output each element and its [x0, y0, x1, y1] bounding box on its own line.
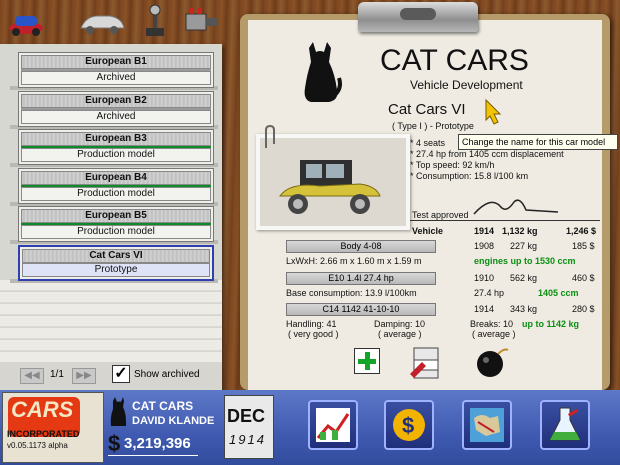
year-label: 1914 — [229, 432, 266, 447]
test-approved-label: Test approved — [412, 210, 469, 220]
research-lab-button[interactable] — [540, 400, 590, 450]
body-dimensions: LxWxH: 2.66 m x 1.60 m x 1.59 m — [286, 256, 422, 266]
model-folder-status: Production model — [21, 187, 211, 201]
chart-icon — [316, 408, 350, 442]
logo-subtitle: INCORPORATED — [7, 429, 80, 439]
model-folder-card[interactable]: European B3 Production model — [18, 129, 214, 165]
cat-logo-icon — [295, 40, 345, 109]
chassis-brakes-rating: ( average ) — [472, 329, 516, 339]
owner-name: DAVID KLANDE — [132, 415, 215, 427]
engine-component-button[interactable]: E10 1.4l 27.4 hp — [286, 272, 436, 285]
clipboard-clip — [358, 2, 478, 32]
chassis-component-button[interactable]: C14 1142 41-10-10 — [286, 303, 436, 316]
delete-bomb-icon[interactable] — [474, 344, 510, 385]
vehicle-year: 1914 — [474, 226, 495, 236]
company-panel: CAT CARS DAVID KLANDE $ 3,219,396 — [108, 393, 216, 463]
spec-line: * Top speed: 92 km/h — [410, 160, 495, 170]
engine-weight: 562 kg — [510, 273, 538, 283]
finance-button[interactable]: $ — [384, 400, 434, 450]
model-folder-card[interactable]: European B2 Archived — [18, 91, 214, 127]
month-label: DEC — [227, 406, 266, 426]
model-folder-name: European B5 — [21, 209, 211, 223]
vehicle-price: 1,246 $ — [566, 226, 597, 236]
model-folder-card[interactable]: European B5 Production model — [18, 206, 214, 242]
statistics-chart-button[interactable] — [308, 400, 358, 450]
engine-ccm: 1405 ccm — [538, 288, 579, 298]
body-component-button[interactable]: Body 4-08 — [286, 240, 436, 253]
show-archived-checkbox[interactable]: ✓ — [112, 365, 130, 383]
archive-cabinet-icon[interactable] — [408, 344, 444, 385]
chassis-damping: Damping: 10 — [374, 319, 426, 329]
car-body-icon[interactable] — [78, 4, 126, 38]
chassis-weight: 343 kg — [510, 304, 538, 314]
model-folder-status: Archived — [21, 71, 211, 85]
money-amount: 3,219,396 — [124, 435, 191, 452]
rename-tooltip: Change the name for this car model — [458, 134, 618, 150]
vehicle-weight: 1,132 kg — [502, 226, 538, 236]
new-model-plus-icon[interactable] — [354, 348, 380, 374]
model-folder-name: Cat Cars VI — [22, 249, 210, 263]
body-year: 1908 — [474, 241, 495, 251]
engine-icon[interactable] — [180, 4, 222, 38]
prev-page-arrow-icon[interactable]: ◀◀ — [20, 368, 44, 384]
model-folder-status: Archived — [21, 110, 211, 124]
rename-cursor-icon[interactable] — [482, 98, 508, 133]
model-folder-name: European B4 — [21, 171, 211, 185]
model-folder-card[interactable]: European B1 Archived — [18, 52, 214, 88]
bottom-company-name: CAT CARS — [132, 399, 194, 413]
model-folder-name: European B3 — [21, 132, 211, 146]
next-page-arrow-icon[interactable]: ▶▶ — [72, 368, 96, 384]
body-engine-limit: engines up to 1530 ccm — [474, 256, 576, 266]
chassis-year: 1914 — [474, 304, 495, 314]
map-icon — [470, 408, 504, 442]
money-underline — [108, 455, 198, 456]
body-weight: 227 kg — [510, 241, 538, 251]
version-label: v0.05.1173 alpha — [7, 441, 68, 450]
engine-price: 460 $ — [572, 273, 595, 283]
spec-line: * Consumption: 15.8 l/100 km — [410, 171, 529, 181]
company-title: CAT CARS — [380, 44, 529, 77]
gear-shift-icon[interactable] — [140, 4, 170, 38]
engine-consumption: Base consumption: 13.9 l/100km — [286, 288, 417, 298]
chassis-damping-rating: ( average ) — [378, 329, 422, 339]
svg-text:$: $ — [402, 413, 414, 438]
model-folder-name: European B2 — [21, 94, 211, 108]
model-folder-name: European B1 — [21, 55, 211, 69]
show-archived-label: Show archived — [134, 369, 200, 380]
spec-line: * 27.4 hp from 1405 ccm displacement — [410, 149, 564, 159]
dollar-icon: $ — [393, 409, 425, 441]
type-line: ( Type I ) - Prototype — [392, 121, 474, 131]
cat-small-icon — [108, 397, 128, 432]
date-panel: DEC 1914 — [224, 395, 274, 459]
sheet-subtitle: Vehicle Development — [410, 78, 523, 92]
model-folder-card[interactable]: Cat Cars VI Prototype — [18, 245, 214, 281]
model-name[interactable]: Cat Cars VI — [388, 101, 466, 118]
model-folder-status: Prototype — [22, 263, 210, 277]
signature-line — [410, 220, 600, 221]
spec-line: * 4 seats — [410, 138, 446, 148]
chassis-brakes: Breaks: 10 — [470, 319, 514, 329]
vehicle-label: Vehicle — [412, 226, 444, 236]
cars-inc-logo: CARS INCORPORATED v0.05.1173 alpha — [2, 392, 104, 463]
body-price: 185 $ — [572, 241, 595, 251]
flask-icon — [549, 407, 581, 441]
world-map-button[interactable] — [462, 400, 512, 450]
money-symbol: $ — [108, 431, 121, 456]
car-icon[interactable] — [6, 4, 46, 38]
engine-year: 1910 — [474, 273, 495, 283]
chassis-price: 280 $ — [572, 304, 595, 314]
logo-title: CARS — [11, 397, 74, 422]
paper-stack — [0, 280, 222, 362]
chassis-weight-limit: up to 1142 kg — [522, 319, 580, 329]
chassis-handling: Handling: 41 — [286, 319, 337, 329]
paperclip-icon — [260, 124, 284, 155]
pager-bar: ◀◀ 1/1 ▶▶ ✓ Show archived — [0, 362, 222, 388]
chassis-handling-rating: ( very good ) — [288, 329, 339, 339]
engine-hp: 27.4 hp — [474, 288, 505, 298]
model-folder-card[interactable]: European B4 Production model — [18, 168, 214, 204]
model-folder-status: Production model — [21, 148, 211, 162]
page-indicator: 1/1 — [50, 369, 64, 380]
model-folder-status: Production model — [21, 225, 211, 239]
